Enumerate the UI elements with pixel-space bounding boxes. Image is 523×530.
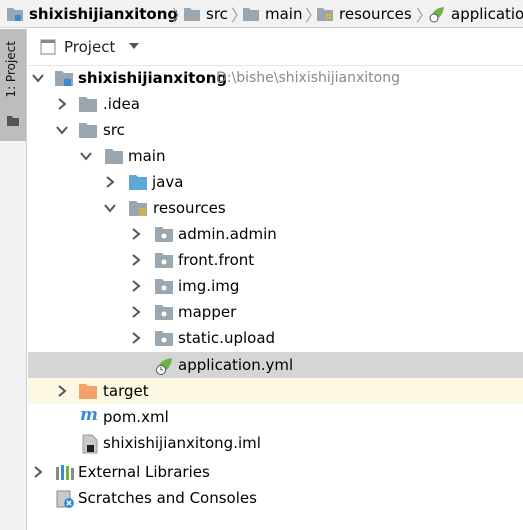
tree-label-pom: pom.xml [103,408,169,426]
chevron-right-icon[interactable] [130,254,142,266]
scratches-icon [56,490,74,508]
tree-label-application: application.yml [178,356,294,374]
chevron-right-icon[interactable] [130,228,142,240]
tree-row-target[interactable]: target [28,378,523,404]
breadcrumb-label: main [265,5,303,23]
package-folder-icon [155,331,173,346]
excluded-folder-icon [79,384,97,399]
chevron-down-icon[interactable] [32,72,44,84]
tree-row-application[interactable]: application.yml [28,352,523,378]
project-tool-tab[interactable]: 1: Project [0,29,26,141]
project-view-icon [40,39,56,55]
tree-row-idea[interactable]: .idea [28,91,523,117]
tree-label-resources: resources [153,199,226,217]
module-file-icon [82,434,98,454]
tree-row-iml[interactable]: shixishijianxitong.iml [28,430,523,456]
module-folder-icon [55,71,73,86]
tree-label-java: java [152,173,184,191]
tree-row-scratches[interactable]: Scratches and Consoles [28,485,523,511]
tree-label-main: main [128,147,166,165]
tree-label-root: shixishijianxitong [78,69,228,87]
tool-window-strip: 1: Project [0,29,27,530]
tree-row-pom[interactable]: m pom.xml [28,404,523,430]
chevron-right-icon[interactable] [130,280,142,292]
folder-icon [79,97,97,112]
breadcrumb-label: src [206,5,228,23]
tree-row-resources[interactable]: resources [28,195,523,221]
tree-label-scratches: Scratches and Consoles [78,489,257,507]
package-folder-icon [155,253,173,268]
breadcrumb-label: shixishijianxitong [29,5,179,23]
folder-icon [7,116,19,126]
tree-root-path: D:\bishe\shixishijianxitong [216,70,400,86]
project-panel-header: Project [28,29,523,66]
navigation-bar: shixishijianxitong 〉 src 〉 main 〉 resour… [0,0,523,28]
tree-label-front: front.front [178,251,255,269]
chevron-down-icon[interactable] [104,202,116,214]
libraries-icon [56,465,74,480]
breadcrumb-label: application [451,5,523,23]
tree-row-static[interactable]: static.upload [28,325,523,351]
tree-row-front[interactable]: front.front [28,247,523,273]
chevron-right-icon[interactable] [104,176,116,188]
tree-label-img: img.img [178,277,240,295]
tree-label-admin: admin.admin [178,225,277,243]
package-folder-icon [155,305,173,320]
chevron-right-icon[interactable] [56,385,68,397]
tree-label-external-libraries: External Libraries [78,463,210,481]
chevron-down-icon[interactable] [80,150,92,162]
module-folder-icon [7,8,23,21]
breadcrumb-item-project[interactable]: shixishijianxitong [6,0,179,27]
breadcrumb-label: resources [339,5,412,23]
package-folder-icon [155,279,173,294]
project-view-selector[interactable]: Project [64,38,115,56]
chevron-right-icon[interactable] [32,466,44,478]
tree-label-src: src [103,121,125,139]
spring-leaf-icon [156,358,172,375]
breadcrumb-item-src[interactable]: src [183,0,228,27]
breadcrumb-item-resources[interactable]: resources [316,0,412,27]
resources-folder-icon [317,8,333,21]
folder-icon [105,149,123,164]
tree-row-mapper[interactable]: mapper [28,299,523,325]
maven-icon: m [80,405,98,425]
folder-icon [243,8,259,21]
tree-row-main[interactable]: main [28,143,523,169]
folder-icon [184,8,200,21]
folder-icon [79,123,97,138]
tree-row-java[interactable]: java [28,169,523,195]
tree-label-target: target [103,382,149,400]
chevron-right-icon[interactable] [130,332,142,344]
chevron-down-icon[interactable] [56,124,68,136]
breadcrumb-item-application[interactable]: application [428,0,523,27]
tree-label-static: static.upload [178,329,276,347]
source-folder-icon [129,175,147,190]
tree-row-src[interactable]: src [28,117,523,143]
tree-row-admin[interactable]: admin.admin [28,221,523,247]
spring-leaf-icon [429,7,444,23]
tree-label-idea: .idea [103,95,140,113]
chevron-down-icon[interactable] [128,40,140,52]
project-panel: Project shixishijianxitong D:\bishe\shix… [28,29,523,530]
resources-folder-icon [129,201,147,216]
tree-label-mapper: mapper [178,303,237,321]
chevron-right-icon[interactable] [130,306,142,318]
tree-row-root[interactable]: shixishijianxitong D:\bishe\shixishijian… [28,65,523,91]
project-tool-tab-label: 1: Project [4,41,18,98]
tree-label-iml: shixishijianxitong.iml [103,434,261,452]
tree-row-external-libraries[interactable]: External Libraries [28,459,523,485]
tree-row-img[interactable]: img.img [28,273,523,299]
breadcrumb-item-main[interactable]: main [242,0,303,27]
package-folder-icon [155,227,173,242]
chevron-right-icon[interactable] [56,98,68,110]
